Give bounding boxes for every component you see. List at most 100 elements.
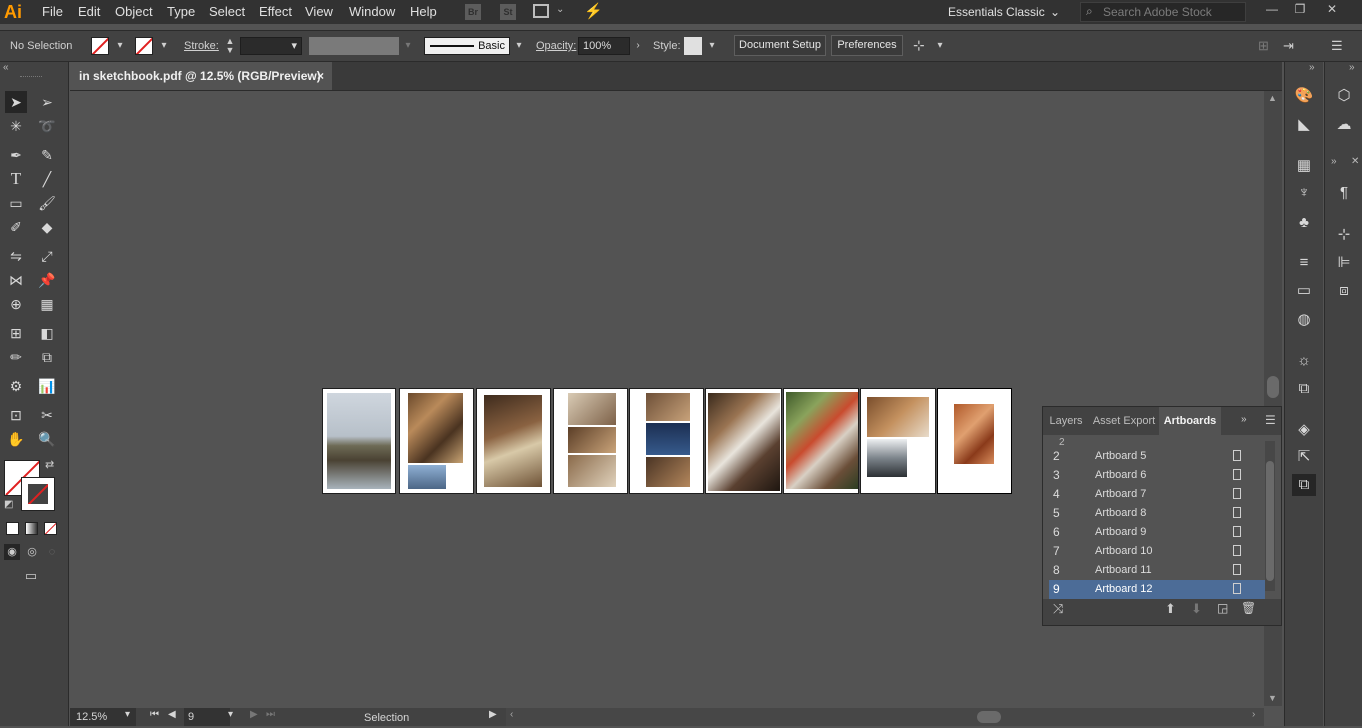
scroll-right-icon[interactable]: › [1252, 709, 1255, 720]
gradient-mode-icon[interactable] [25, 522, 38, 535]
panel-menu-icon[interactable]: ☰ [1331, 38, 1343, 54]
artboards-panel-icon[interactable]: ⧉ [1292, 474, 1316, 496]
artboard-thumb[interactable] [553, 388, 628, 494]
list-scroll-thumb[interactable] [1266, 461, 1274, 581]
first-artboard-icon[interactable]: ⏮ [150, 709, 159, 720]
layers-icon[interactable]: ◈ [1292, 419, 1316, 441]
stroke-label[interactable]: Stroke: [184, 31, 219, 61]
puppet-warp-tool-icon[interactable]: 📌 [36, 269, 58, 291]
width-tool-icon[interactable]: ⋈ [5, 269, 27, 291]
artboard-options-icon[interactable] [1233, 469, 1241, 480]
artboard-options-icon[interactable] [1233, 488, 1241, 499]
align-panel-icon[interactable]: ⊫ [1332, 252, 1356, 274]
previous-artboard-icon[interactable]: ◀ [168, 709, 176, 720]
artboard-thumb[interactable] [476, 388, 551, 494]
artboard-row[interactable]: 7 Artboard 10 [1049, 542, 1265, 561]
stroke-color-box[interactable] [21, 477, 55, 511]
menu-window[interactable]: Window [349, 0, 395, 24]
artboard-row[interactable]: 6 Artboard 9 [1049, 523, 1265, 542]
close-tab-icon[interactable]: × [317, 62, 324, 90]
opacity-field[interactable]: 100% [578, 37, 630, 55]
gradient-panel-icon[interactable]: ▭ [1292, 280, 1316, 302]
scroll-thumb[interactable] [977, 711, 1001, 723]
menu-type[interactable]: Type [167, 0, 195, 24]
artboard-row-selected[interactable]: 9 Artboard 12 [1049, 580, 1265, 599]
export-icon[interactable]: ⇱ [1292, 446, 1316, 468]
artboard-options-icon[interactable] [1233, 507, 1241, 518]
brush-definition[interactable]: Basic [424, 37, 510, 55]
none-mode-icon[interactable] [44, 522, 57, 535]
artboard-number-field[interactable]: 9 [184, 708, 230, 726]
transform-icon[interactable]: ⇥ [1283, 38, 1294, 54]
move-down-icon[interactable]: ⬇ [1191, 601, 1202, 617]
libraries-icon[interactable]: ⬡ [1332, 85, 1356, 107]
graphic-styles-icon[interactable]: ⧉ [1292, 378, 1316, 400]
stroke-stepper[interactable]: ▲ ▼ [223, 37, 237, 55]
rectangle-tool-icon[interactable]: ▭ [5, 192, 27, 214]
artboard-thumb[interactable] [629, 388, 704, 494]
artboard-thumb[interactable] [705, 388, 782, 494]
artboard-row[interactable]: 2 Artboard 5 [1049, 447, 1265, 466]
stroke-swatch[interactable] [135, 37, 153, 55]
swatches-icon[interactable]: ▦ [1292, 155, 1316, 177]
menu-file[interactable]: File [42, 0, 63, 24]
collapse-arrows-icon[interactable]: « [3, 62, 9, 73]
symbol-sprayer-tool-icon[interactable]: ⚙ [5, 375, 27, 397]
draw-behind-icon[interactable]: ◎ [24, 544, 40, 560]
artboard-thumb[interactable] [399, 388, 474, 494]
expand-arrows-icon[interactable]: » [1241, 414, 1247, 425]
artboard-thumb[interactable] [322, 388, 396, 494]
fill-swatch[interactable] [91, 37, 109, 55]
symbols-icon[interactable]: ♣ [1292, 212, 1316, 234]
artboard-options-icon[interactable] [1233, 545, 1241, 556]
lasso-tool-icon[interactable]: ➰ [36, 115, 58, 137]
curvature-tool-icon[interactable]: ✎ [36, 144, 58, 166]
screen-mode-icon[interactable]: ▭ [20, 568, 42, 584]
color-mode-icon[interactable] [6, 522, 19, 535]
brush-dropdown[interactable]: ▾ [512, 37, 526, 55]
next-artboard-icon[interactable]: ▶ [250, 709, 258, 720]
gpu-performance-icon[interactable]: ⚡ [584, 2, 603, 20]
artboard-tool-icon[interactable]: ⊡ [5, 404, 27, 426]
collapse-arrows-icon[interactable]: » [1331, 156, 1337, 167]
move-up-icon[interactable]: ⬆ [1165, 601, 1176, 617]
scroll-thumb[interactable] [1267, 376, 1279, 398]
hand-tool-icon[interactable]: ✋ [5, 428, 27, 450]
menu-select[interactable]: Select [209, 0, 245, 24]
document-setup-button[interactable]: Document Setup [734, 35, 826, 56]
appearance-icon[interactable]: ☼ [1292, 350, 1316, 372]
eyedropper-tool-icon[interactable]: ✏ [5, 346, 27, 368]
transparency-icon[interactable]: ◍ [1292, 309, 1316, 331]
close-panel-icon[interactable]: ✕ [1351, 156, 1359, 167]
style-dropdown[interactable]: ▾ [705, 37, 719, 55]
transform-panel-icon[interactable]: ⊹ [1332, 224, 1356, 246]
expand-arrows-icon[interactable]: » [1349, 62, 1355, 73]
type-tool-icon[interactable]: T [5, 168, 27, 190]
column-graph-tool-icon[interactable]: 📊 [36, 375, 58, 397]
menu-view[interactable]: View [305, 0, 333, 24]
direct-selection-tool-icon[interactable]: ➢ [36, 91, 58, 113]
panel-grip[interactable] [20, 76, 42, 80]
scroll-left-icon[interactable]: ‹ [510, 709, 513, 720]
fill-dropdown[interactable]: ▾ [113, 37, 127, 55]
profile-dropdown[interactable]: ▾ [401, 37, 415, 55]
default-colors-icon[interactable]: ◩ [4, 499, 13, 510]
artboard-row[interactable]: 5 Artboard 8 [1049, 504, 1265, 523]
paragraph-icon[interactable]: ¶ [1332, 182, 1356, 204]
artboard-thumb[interactable] [860, 388, 936, 494]
eraser-tool-icon[interactable]: ◆ [36, 216, 58, 238]
horizontal-scrollbar[interactable]: ‹ › [506, 708, 1264, 726]
menu-edit[interactable]: Edit [78, 0, 100, 24]
scroll-down-icon[interactable]: ▼ [1268, 693, 1277, 703]
delete-artboard-icon[interactable]: 🗑 [1241, 601, 1256, 615]
variable-width-profile[interactable] [309, 37, 399, 55]
slice-tool-icon[interactable]: ✂ [36, 404, 58, 426]
opacity-label[interactable]: Opacity: [536, 31, 576, 61]
artboard-options-icon[interactable] [1233, 583, 1241, 594]
blend-tool-icon[interactable]: ⧉ [36, 346, 58, 368]
artboard-options-icon[interactable] [1233, 450, 1241, 461]
bridge-button[interactable]: Br [465, 4, 481, 20]
stroke-dropdown[interactable]: ▾ [157, 37, 171, 55]
tab-asset-export[interactable]: Asset Export [1091, 407, 1157, 435]
chevron-down-icon[interactable]: ▾ [125, 709, 130, 720]
